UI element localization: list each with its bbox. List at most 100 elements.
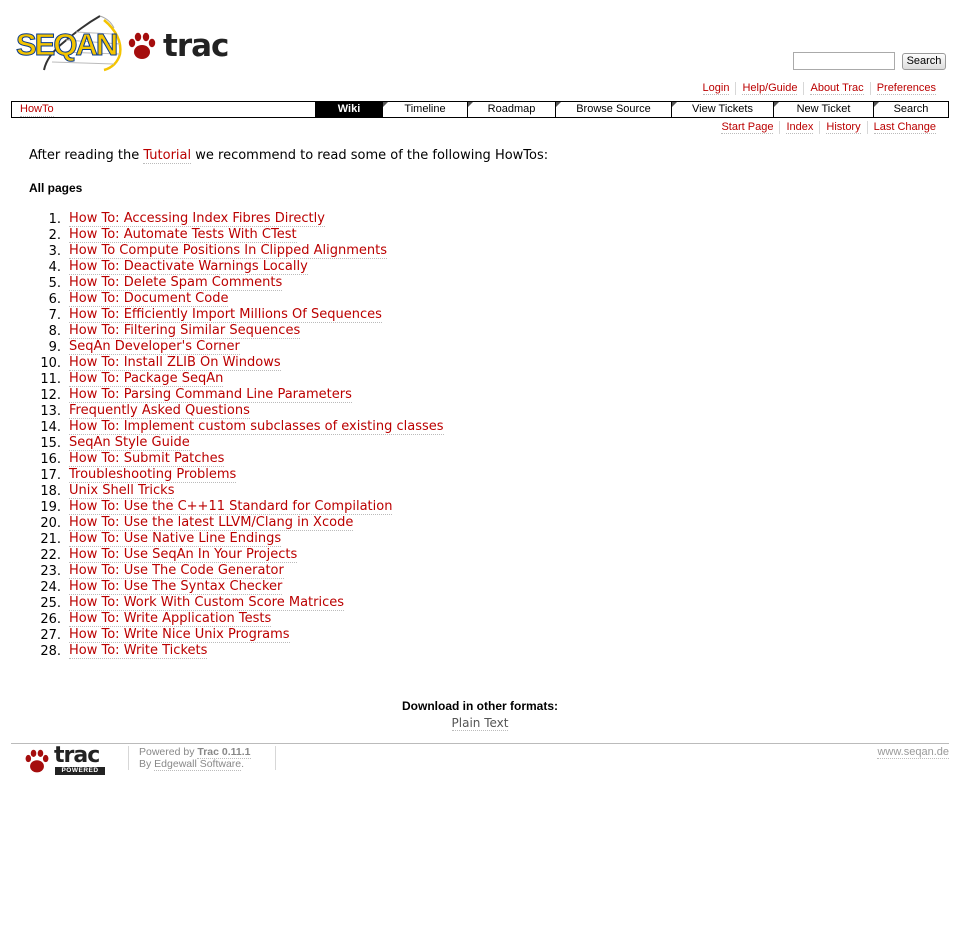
howto-link[interactable]: How To: Filtering Similar Sequences [69,324,301,339]
intro-paragraph: After reading the Tutorial we recommend … [29,148,548,164]
list-number: 12. [40,388,61,403]
list-number: 24. [40,580,61,595]
download-formats-heading: Download in other formats: [402,699,558,713]
tab-timeline[interactable]: Timeline [382,102,467,117]
howto-link[interactable]: How To: Work With Custom Score Matrices [69,596,345,611]
howto-link[interactable]: How To: Implement custom subclasses of e… [69,420,444,435]
list-number: 16. [40,452,61,467]
site-link[interactable]: www.seqan.de [877,746,949,759]
context-navigation: Start Page Index History Last Change [715,121,942,134]
powered-badge: POWERED [55,767,105,775]
list-number: 3. [48,244,61,259]
howto-link[interactable]: How To: Efficiently Import Millions Of S… [69,308,382,323]
help-guide-link[interactable]: Help/Guide [742,82,798,95]
list-number: 14. [40,420,61,435]
list-number: 7. [48,308,61,323]
site-link-container: www.seqan.de [877,746,949,759]
howto-link[interactable]: How To: Use Native Line Endings [69,532,282,547]
footer-separator [275,746,276,770]
list-number: 2. [48,228,61,243]
tab-roadmap[interactable]: Roadmap [467,102,555,117]
list-number: 11. [40,372,61,387]
history-link[interactable]: History [826,121,861,134]
howto-link[interactable]: How To: Use The Syntax Checker [69,580,283,595]
last-change-link[interactable]: Last Change [873,121,936,134]
howto-link[interactable]: Unix Shell Tricks [69,484,175,499]
howto-link[interactable]: How To: Install ZLIB On Windows [69,356,281,371]
list-number: 4. [48,260,61,275]
edgewall-link[interactable]: Edgewall Software [154,758,242,771]
list-number: 1. [48,212,61,227]
about-trac-link[interactable]: About Trac [810,82,864,95]
plain-text-link[interactable]: Plain Text [451,716,509,731]
howto-link[interactable]: How To: Use the latest LLVM/Clang in Xco… [69,516,354,531]
howto-link[interactable]: SeqAn Developer's Corner [69,340,240,355]
intro-text-before: After reading the [29,148,144,163]
howto-link[interactable]: How To: Use SeqAn In Your Projects [69,548,298,563]
trac-version: Trac 0.11.1 [197,746,251,758]
login-link[interactable]: Login [702,82,730,95]
list-number: 18. [40,484,61,499]
footer-divider [11,743,949,744]
list-number: 13. [40,404,61,419]
howto-link[interactable]: How To: Package SeqAn [69,372,224,387]
index-link[interactable]: Index [786,121,814,134]
ctxtnav-item-start: Start Page [715,121,779,134]
trac-powered-logo[interactable]: trac POWERED [24,743,108,776]
footer-separator [128,746,129,770]
tutorial-link[interactable]: Tutorial [143,148,192,164]
list-number: 6. [48,292,61,307]
list-number: 17. [40,468,61,483]
howto-link[interactable]: How To: Accessing Index Fibres Directly [69,212,325,227]
tab-search[interactable]: Search [873,102,948,117]
tab-wiki[interactable]: Wiki [315,102,382,117]
howto-link[interactable]: How To: Parsing Command Line Parameters [69,388,352,403]
howto-link[interactable]: How To: Write Tickets [69,644,208,659]
list-number: 21. [40,532,61,547]
metanav-item-help: Help/Guide [735,82,803,95]
howto-link[interactable]: How To: Use the C++11 Standard for Compi… [69,500,393,515]
howto-link[interactable]: How To: Document Code [69,292,229,307]
search-input[interactable] [793,52,895,70]
seqan-trac-logo[interactable]: SEQAN trac [15,12,231,72]
ctxtnav-item-last-change: Last Change [866,121,942,134]
meta-navigation: Login Help/Guide About Trac Preferences [697,82,942,95]
tab-browse-source[interactable]: Browse Source [555,102,671,117]
search-button[interactable]: Search [902,53,946,70]
list-number: 10. [40,356,61,371]
list-number: 19. [40,500,61,515]
howto-link[interactable]: How To: Deactivate Warnings Locally [69,260,308,275]
howto-link[interactable]: How To: Automate Tests With CTest [69,228,297,243]
preferences-link[interactable]: Preferences [876,82,936,95]
powered-by-label: Powered by [139,746,198,758]
all-pages-heading: All pages [29,181,83,195]
main-navigation: HowTo Wiki Timeline Roadmap Browse Sourc… [11,101,949,118]
trac-footer-logo-text: trac [54,743,100,768]
howto-link[interactable]: How To: Write Application Tests [69,612,272,627]
period: . [241,758,245,770]
intro-text-after: we recommend to read some of the followi… [191,148,549,163]
list-number: 26. [40,612,61,627]
howto-link[interactable]: Frequently Asked Questions [69,404,250,419]
list-number: 20. [40,516,61,531]
by-label: By [139,758,155,770]
start-page-link[interactable]: Start Page [721,121,774,134]
list-number: 8. [48,324,61,339]
paw-icon [24,749,50,775]
breadcrumb-howto-link[interactable]: HowTo [20,102,54,117]
list-number: 5. [48,276,61,291]
list-number: 28. [40,644,61,659]
howto-link[interactable]: How To: Delete Spam Comments [69,276,283,291]
howto-link[interactable]: How To: Write Nice Unix Programs [69,628,290,643]
tab-new-ticket[interactable]: New Ticket [773,102,873,117]
list-number: 15. [40,436,61,451]
list-number: 27. [40,628,61,643]
howto-link[interactable]: How To: Submit Patches [69,452,225,467]
howto-link[interactable]: SeqAn Style Guide [69,436,190,451]
tab-view-tickets[interactable]: View Tickets [671,102,773,117]
howto-link[interactable]: Troubleshooting Problems [69,468,237,483]
seqan-logo-text: SEQAN [15,27,118,62]
list-number: 23. [40,564,61,579]
howto-link[interactable]: How To: Use The Code Generator [69,564,284,579]
howto-link[interactable]: How To Compute Positions In Clipped Alig… [69,244,388,259]
